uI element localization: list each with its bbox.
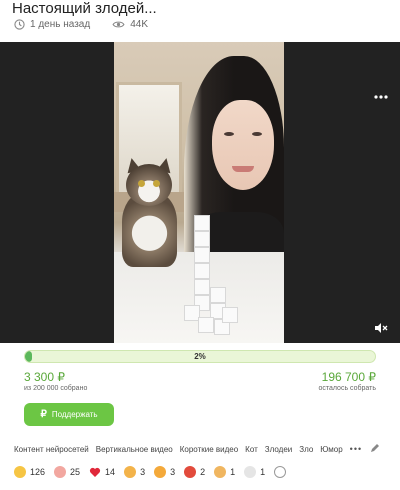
tag-list: Контент нейросетей Вертикальное видео Ко… xyxy=(14,444,362,454)
woman-face xyxy=(212,100,274,190)
more-tags-button[interactable]: ••• xyxy=(350,444,362,454)
reaction[interactable]: 2 xyxy=(184,466,205,478)
tag[interactable]: Зло xyxy=(299,445,313,454)
remaining-subtitle: осталось собрать xyxy=(318,385,376,392)
cat-head xyxy=(126,164,172,206)
progress-percent: 2% xyxy=(194,352,206,361)
reaction[interactable]: 126 xyxy=(14,466,45,478)
reaction[interactable]: 25 xyxy=(54,466,80,478)
tag[interactable]: Вертикальное видео xyxy=(96,445,173,454)
reaction[interactable]: 1 xyxy=(244,466,265,478)
collected-amount: 3 300 ₽ xyxy=(24,370,65,384)
post-meta: 1 день назад 44K xyxy=(14,19,148,30)
video-frame[interactable] xyxy=(114,42,284,343)
eye-icon xyxy=(112,21,125,28)
view-count: 44K xyxy=(130,19,148,30)
tag[interactable]: Юмор xyxy=(320,445,342,454)
strawberry-icon xyxy=(184,466,197,478)
reactions-bar: 126 25 14 3 3 2 1 1 xyxy=(14,466,287,478)
pencil-icon[interactable] xyxy=(370,443,380,453)
support-button-label: Поддержать xyxy=(51,410,98,419)
speaker-muted-icon[interactable] xyxy=(374,322,388,334)
post-time: 1 день назад xyxy=(30,19,91,30)
angry-face-icon xyxy=(124,466,137,478)
pig-face-icon xyxy=(54,466,67,478)
remaining-amount: 196 700 ₽ xyxy=(321,370,376,384)
reaction[interactable]: 14 xyxy=(89,466,115,478)
tag[interactable]: Злодеи xyxy=(265,445,292,454)
ruble-icon: ₽ xyxy=(40,409,47,420)
add-reaction-button[interactable] xyxy=(274,466,287,478)
tag[interactable]: Короткие видео xyxy=(180,445,238,454)
fire-face-icon xyxy=(154,466,167,478)
fundraiser-progress-bar: 2% xyxy=(24,350,376,363)
support-button[interactable]: ₽ Поддержать xyxy=(24,403,114,426)
tag[interactable]: Контент нейросетей xyxy=(14,445,89,454)
tag[interactable]: Кот xyxy=(245,445,258,454)
video-player[interactable] xyxy=(0,42,400,343)
reaction[interactable]: 3 xyxy=(124,466,145,478)
reaction[interactable]: 3 xyxy=(154,466,175,478)
laughing-face-icon xyxy=(14,466,26,478)
reaction[interactable]: 1 xyxy=(214,466,235,478)
skull-icon xyxy=(244,466,257,478)
clapping-hands-icon xyxy=(214,466,227,478)
post-title: Настоящий злодей... xyxy=(12,0,157,17)
heart-icon xyxy=(89,467,101,477)
clock-icon xyxy=(14,19,25,30)
more-dots-icon[interactable] xyxy=(374,94,388,100)
collected-subtitle: из 200 000 собрано xyxy=(24,385,88,392)
